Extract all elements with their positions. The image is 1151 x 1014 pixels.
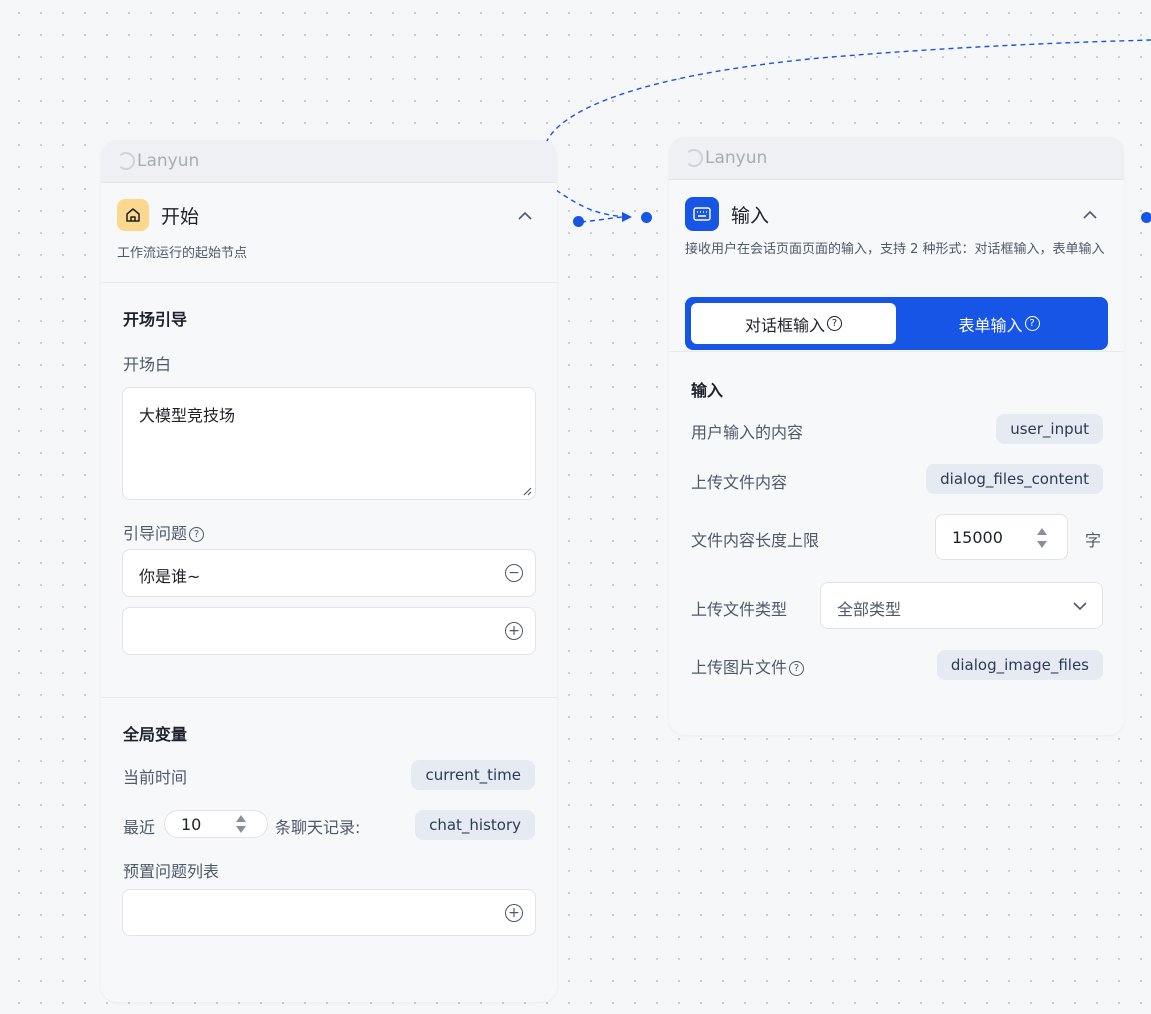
keyboard-icon	[685, 197, 719, 231]
edge-from-start-arrow	[580, 216, 623, 223]
guide-label-text: 引导问题	[123, 524, 188, 543]
tab-form-input-label: 表单输入	[958, 315, 1023, 335]
minus-circle-icon[interactable]: −	[505, 564, 523, 582]
chat-history-variable[interactable]: chat_history	[415, 810, 535, 840]
question-circle-icon[interactable]: ?	[1024, 316, 1040, 331]
current-time-label: 当前时间	[123, 768, 188, 787]
chevron-up-icon[interactable]	[1082, 205, 1098, 224]
image-files-label-text: 上传图片文件	[691, 658, 788, 677]
edge-long-dashed	[545, 39, 1151, 144]
guide-label: 引导问题?	[123, 520, 205, 544]
input-node-title: 输入	[731, 204, 770, 227]
plus-circle-icon[interactable]: +	[505, 904, 523, 922]
spinner-icon	[685, 149, 703, 167]
start-output-port[interactable]	[573, 216, 584, 227]
edge-arrowhead	[622, 212, 632, 222]
resize-handle-icon[interactable]	[522, 486, 532, 496]
divider	[669, 351, 1124, 352]
opening-section-title: 开场引导	[123, 310, 188, 329]
files-content-label: 上传文件内容	[691, 473, 788, 492]
file-type-select[interactable]: 全部类型	[820, 582, 1103, 629]
chevron-up-icon[interactable]	[517, 206, 533, 225]
tab-form-input[interactable]: 表单输入?	[896, 303, 1102, 344]
start-node-brand-bar: Lanyun	[101, 140, 557, 183]
input-node[interactable]: Lanyun 输入 接收用户在会话页面页面的输入，支持 2 种形式：对话框输入，…	[669, 137, 1124, 735]
input-output-port[interactable]	[1141, 212, 1151, 223]
file-type-value: 全部类型	[837, 600, 902, 619]
opening-textarea[interactable]: 大模型竞技场	[122, 387, 536, 500]
recent-prefix: 最近	[123, 818, 156, 837]
length-limit-stepper[interactable]: 15000	[935, 514, 1068, 560]
question-circle-icon[interactable]: ?	[789, 661, 805, 676]
image-files-variable[interactable]: dialog_image_files	[936, 650, 1103, 680]
current-time-variable[interactable]: current_time	[411, 760, 535, 790]
recent-count-stepper[interactable]: 10	[164, 810, 268, 838]
tab-dialog-input[interactable]: 对话框输入?	[691, 303, 896, 344]
stepper-arrows-icon[interactable]	[235, 813, 247, 835]
input-mode-tabs: 对话框输入? 表单输入?	[685, 297, 1108, 350]
recent-count-value: 10	[181, 815, 202, 834]
input-node-description: 接收用户在会话页面页面的输入，支持 2 种形式：对话框输入，表单输入	[685, 242, 1105, 257]
tab-dialog-input-label: 对话框输入	[744, 315, 825, 335]
brand-label: Lanyun	[705, 148, 768, 168]
spinner-icon	[117, 152, 135, 170]
start-node-header: 开始	[101, 183, 557, 231]
input-node-header: 输入	[669, 180, 1124, 231]
globals-section-title: 全局变量	[123, 725, 188, 744]
brand-label: Lanyun	[137, 151, 200, 171]
start-node-title: 开始	[161, 205, 200, 228]
stepper-arrows-icon[interactable]	[1036, 526, 1048, 550]
length-limit-value: 15000	[952, 528, 1003, 547]
question-circle-icon[interactable]: ?	[827, 316, 842, 331]
start-node-description: 工作流运行的起始节点	[117, 246, 248, 261]
input-node-brand-bar: Lanyun	[669, 137, 1124, 180]
plus-circle-icon[interactable]: +	[505, 622, 523, 640]
files-content-variable[interactable]: dialog_files_content	[926, 464, 1103, 494]
preset-questions-label: 预置问题列表	[123, 862, 220, 881]
divider	[101, 282, 557, 283]
edge-start-to-input	[555, 189, 629, 218]
recent-suffix: 条聊天记录:	[275, 818, 361, 837]
chevron-down-icon[interactable]	[1072, 601, 1088, 611]
input-input-port[interactable]	[641, 212, 652, 223]
start-node[interactable]: Lanyun 开始 工作流运行的起始节点 开场引导 开场白 大模型竞技场 引导问…	[101, 140, 557, 1002]
question-circle-icon[interactable]: ?	[189, 527, 205, 542]
guide-question-input-2[interactable]: +	[122, 607, 536, 655]
user-input-variable[interactable]: user_input	[996, 414, 1103, 444]
input-section-title: 输入	[691, 381, 724, 400]
opening-text: 大模型竞技场	[139, 406, 236, 425]
length-limit-unit: 字	[1085, 531, 1102, 550]
guide-question-text-1: 你是谁~	[139, 567, 201, 586]
image-files-label: 上传图片文件?	[691, 654, 805, 678]
preset-questions-input[interactable]: +	[122, 889, 536, 936]
file-type-label: 上传文件类型	[691, 600, 788, 619]
opening-label: 开场白	[123, 355, 172, 374]
user-input-label: 用户输入的内容	[691, 423, 804, 442]
home-icon	[117, 199, 149, 231]
length-limit-label: 文件内容长度上限	[691, 531, 820, 550]
guide-question-input-1[interactable]: 你是谁~ −	[122, 549, 536, 597]
divider	[101, 697, 557, 698]
